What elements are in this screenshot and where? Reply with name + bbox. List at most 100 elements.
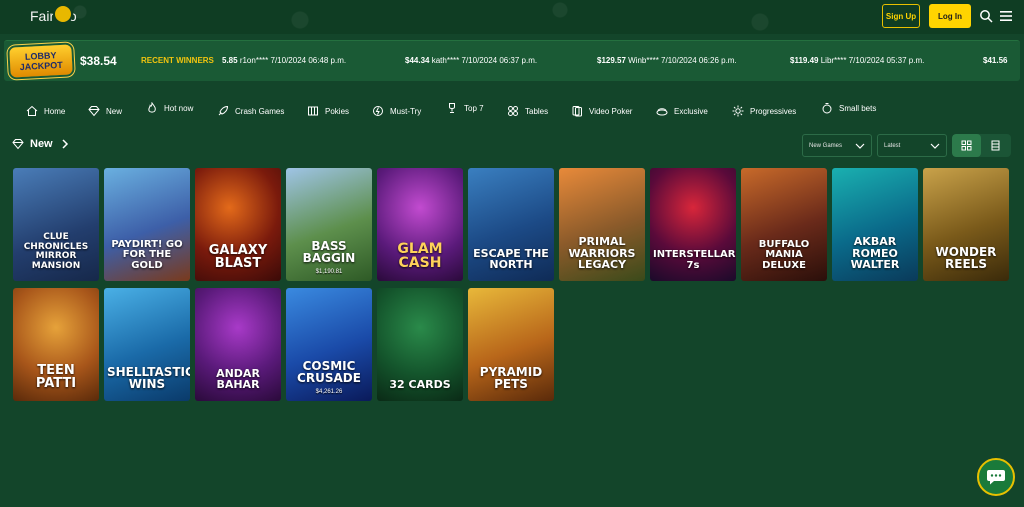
cards-icon xyxy=(508,106,518,116)
category-label: Crash Games xyxy=(235,106,285,116)
chevron-down-icon xyxy=(930,143,940,149)
sign-up-button[interactable]: Sign Up xyxy=(882,4,920,28)
game-tile[interactable]: GLAM CASH xyxy=(377,168,463,281)
game-title: AKBAR ROMEO WALTER xyxy=(850,235,900,272)
game-tile[interactable]: BUFFALO MANIA DELUXE xyxy=(741,168,827,281)
game-jackpot: $4,261.26 xyxy=(315,389,343,395)
search-icon[interactable] xyxy=(979,9,993,23)
game-tile[interactable]: ANDAR BAHAR xyxy=(195,288,281,401)
sort-value: Latest xyxy=(884,142,901,149)
category-new[interactable]: New xyxy=(88,105,122,117)
log-in-button[interactable]: Log In xyxy=(929,4,971,28)
winner-entry: $41.56 xyxy=(983,56,1008,65)
category-label: Exclusive xyxy=(674,106,708,116)
category-small-bets[interactable]: Small bets xyxy=(821,102,876,114)
category-label: Video Poker xyxy=(589,106,633,116)
category-label: Small bets xyxy=(839,103,877,113)
category-top-7[interactable]: Top 7 xyxy=(446,102,484,114)
list-view-icon xyxy=(991,140,1000,151)
game-tile[interactable]: COSMIC CRUSADE $4,261.26 xyxy=(286,288,372,401)
category-video-poker[interactable]: Video Poker xyxy=(571,105,632,117)
hamburger-menu-icon[interactable] xyxy=(999,9,1013,23)
jackpot-amount: $38.54 xyxy=(80,54,117,68)
category-label: Progressives xyxy=(750,106,797,116)
game-title: TEEN PATTI xyxy=(35,362,77,392)
game-tile[interactable]: PYRAMID PETS xyxy=(468,288,554,401)
game-tile[interactable]: TEEN PATTI xyxy=(13,288,99,401)
home-icon xyxy=(26,105,38,116)
category-label: Top 7 xyxy=(464,103,484,113)
game-title: PRIMAL WARRIORS LEGACY xyxy=(568,235,636,272)
category-label: New xyxy=(106,106,123,116)
winner-entry: $44.34 kath**** 7/10/2024 06:37 p.m. xyxy=(405,56,538,65)
game-tile[interactable]: WONDER REELS xyxy=(923,168,1009,281)
coin-icon xyxy=(822,103,832,114)
game-tile[interactable]: CLUE CHRONICLES MIRROR MANSION xyxy=(13,168,99,281)
game-title: ANDAR BAHAR xyxy=(216,366,260,392)
game-filter-select[interactable]: New Games xyxy=(802,134,872,157)
game-title: INTERSTELLAR 7s xyxy=(653,249,736,271)
section-title-new[interactable]: New xyxy=(12,138,71,150)
game-tile[interactable]: GALAXY BLAST xyxy=(195,168,281,281)
category-exclusive[interactable]: Exclusive xyxy=(656,105,708,117)
poker-icon xyxy=(572,106,582,117)
game-title: WONDER REELS xyxy=(935,244,997,272)
category-pokies[interactable]: Pokies xyxy=(307,105,349,117)
game-tile[interactable]: 32 CARDS xyxy=(377,288,463,401)
bolt-icon xyxy=(373,106,383,116)
game-title: SHELLTASTIC WINS xyxy=(107,364,190,392)
game-title: GALAXY BLAST xyxy=(208,242,268,272)
category-label: Pokies xyxy=(325,106,350,116)
grid-icon xyxy=(961,140,972,151)
trophy-icon xyxy=(449,103,455,113)
game-title: 32 CARDS xyxy=(389,378,451,392)
category-tables[interactable]: Tables xyxy=(507,105,548,117)
game-tile[interactable]: PRIMAL WARRIORS LEGACY xyxy=(559,168,645,281)
game-tile[interactable]: INTERSTELLAR 7s xyxy=(650,168,736,281)
diamond-icon xyxy=(88,106,100,117)
game-tile[interactable]: AKBAR ROMEO WALTER xyxy=(832,168,918,281)
slot-icon xyxy=(308,106,318,116)
jackpot-logo-line2: JACKPOT xyxy=(19,59,63,73)
list-view-button[interactable] xyxy=(981,134,1010,157)
game-filter-value: New Games xyxy=(809,142,843,149)
diamond-icon xyxy=(12,139,24,150)
category-progressives[interactable]: Progressives xyxy=(732,105,796,117)
game-title: CLUE CHRONICLES MIRROR MANSION xyxy=(23,232,89,271)
recent-winners-label: RECENT WINNERS xyxy=(141,56,214,65)
game-jackpot: $1,190.81 xyxy=(315,269,343,275)
recent-winners-bar: LOBBY JACKPOT $38.54 RECENT WINNERS 5.85… xyxy=(4,40,1020,81)
game-title: PAYDIRT! GO FOR THE GOLD xyxy=(111,238,183,271)
winner-entry: $129.57 Winb**** 7/10/2024 06:26 p.m. xyxy=(597,56,737,65)
game-tile[interactable]: BASS BAGGIN $1,190.81 xyxy=(286,168,372,281)
game-tile[interactable]: SHELLTASTIC WINS xyxy=(104,288,190,401)
sun-icon xyxy=(732,105,744,117)
category-label: Hot now xyxy=(164,103,194,113)
category-home[interactable]: Home xyxy=(26,105,65,117)
section-title-label: New xyxy=(30,138,53,150)
top-header: Fair Go Sign Up Log In xyxy=(0,0,1024,34)
winner-entry: 5.85 r1on**** 7/10/2024 06:48 p.m. xyxy=(222,56,347,65)
category-label: Tables xyxy=(525,106,549,116)
game-tile[interactable]: PAYDIRT! GO FOR THE GOLD xyxy=(104,168,190,281)
sort-select[interactable]: Latest xyxy=(877,134,947,157)
category-crash-games[interactable]: Crash Games xyxy=(217,105,284,117)
lobby-jackpot-logo: LOBBY JACKPOT xyxy=(9,44,73,78)
game-title: PYRAMID PETS xyxy=(479,364,543,392)
view-toggle xyxy=(952,134,1011,157)
category-nav: Home New Hot now Crash Games Pokies Must… xyxy=(0,98,1024,124)
game-tile[interactable]: ESCAPE THE NORTH xyxy=(468,168,554,281)
category-label: Home xyxy=(44,106,66,116)
category-label: Must-Try xyxy=(390,106,422,116)
game-title: GLAM CASH xyxy=(397,240,443,272)
logo-badge-icon xyxy=(53,4,73,24)
winner-entry: $119.49 Libr**** 7/10/2024 05:37 p.m. xyxy=(790,56,925,65)
chevron-down-icon xyxy=(855,143,865,149)
crown-icon xyxy=(656,108,668,116)
category-hot-now[interactable]: Hot now xyxy=(146,102,193,114)
grid-view-button[interactable] xyxy=(952,134,981,157)
chat-button[interactable] xyxy=(977,458,1015,496)
rocket-icon xyxy=(218,105,229,116)
chevron-right-icon xyxy=(62,139,68,149)
category-must-try[interactable]: Must-Try xyxy=(372,105,421,117)
